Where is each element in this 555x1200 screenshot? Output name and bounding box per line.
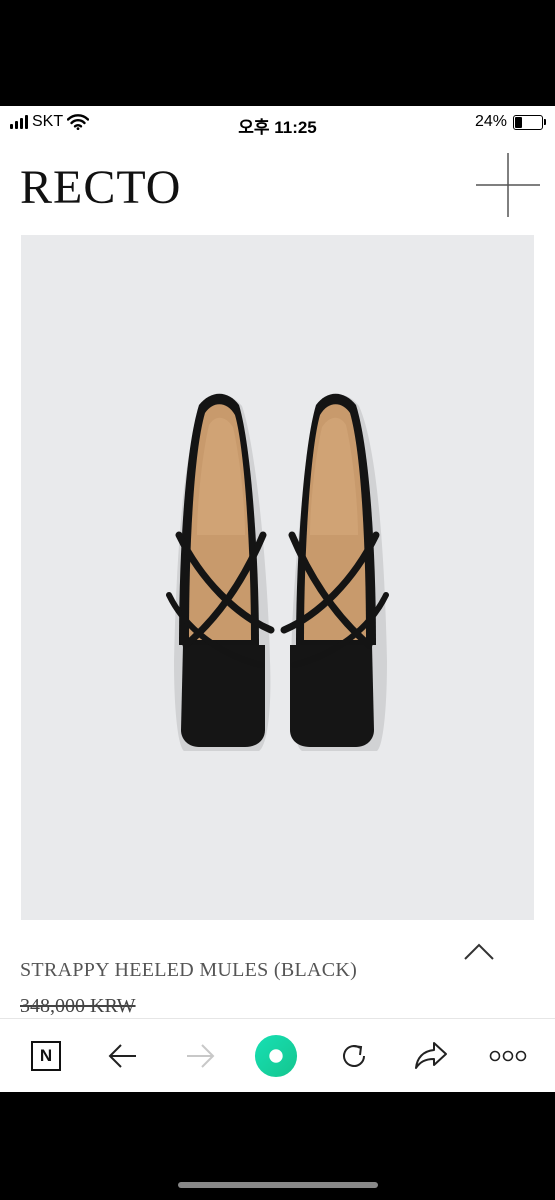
right-mule-shape <box>280 393 389 751</box>
chevron-up-icon[interactable] <box>463 939 495 963</box>
share-icon <box>415 1042 447 1069</box>
product-image[interactable] <box>21 235 534 920</box>
forward-button[interactable] <box>178 1034 222 1078</box>
site-header: RECTO <box>0 140 555 236</box>
battery-level <box>515 116 522 128</box>
battery-percent: 24% <box>474 113 507 130</box>
more-button[interactable] <box>486 1034 530 1078</box>
product-photo <box>166 393 389 751</box>
left-mule-shape <box>166 393 275 751</box>
naver-home-button[interactable]: N <box>24 1034 68 1078</box>
battery-icon <box>513 114 546 130</box>
product-price: 348,000 KRW <box>20 995 136 1017</box>
reload-button[interactable] <box>332 1034 376 1078</box>
browser-screen: SKT 오후 11:25 24% RECTO STRAPPY HEELED MU… <box>0 106 555 1092</box>
forward-arrow-icon <box>187 1044 215 1068</box>
naver-home-icon: N <box>31 1041 61 1071</box>
back-button[interactable] <box>101 1034 145 1078</box>
home-indicator[interactable] <box>178 1182 378 1188</box>
status-right: 24% <box>474 113 546 131</box>
site-logo[interactable]: RECTO <box>20 164 181 212</box>
home-label: N <box>39 1046 53 1065</box>
status-time: 오후 11:25 <box>238 118 317 137</box>
browser-toolbar: N <box>0 1018 555 1092</box>
reload-icon <box>343 1045 365 1067</box>
status-bar: SKT 오후 11:25 24% <box>0 106 555 140</box>
share-button[interactable] <box>409 1034 453 1078</box>
product-title[interactable]: STRAPPY HEELED MULES (BLACK) <box>20 959 357 982</box>
more-icon <box>489 1050 527 1062</box>
green-dot-button[interactable] <box>254 1034 298 1078</box>
green-dot-icon <box>254 1034 298 1078</box>
plus-menu-icon[interactable] <box>476 153 540 217</box>
back-arrow-icon <box>108 1044 136 1068</box>
